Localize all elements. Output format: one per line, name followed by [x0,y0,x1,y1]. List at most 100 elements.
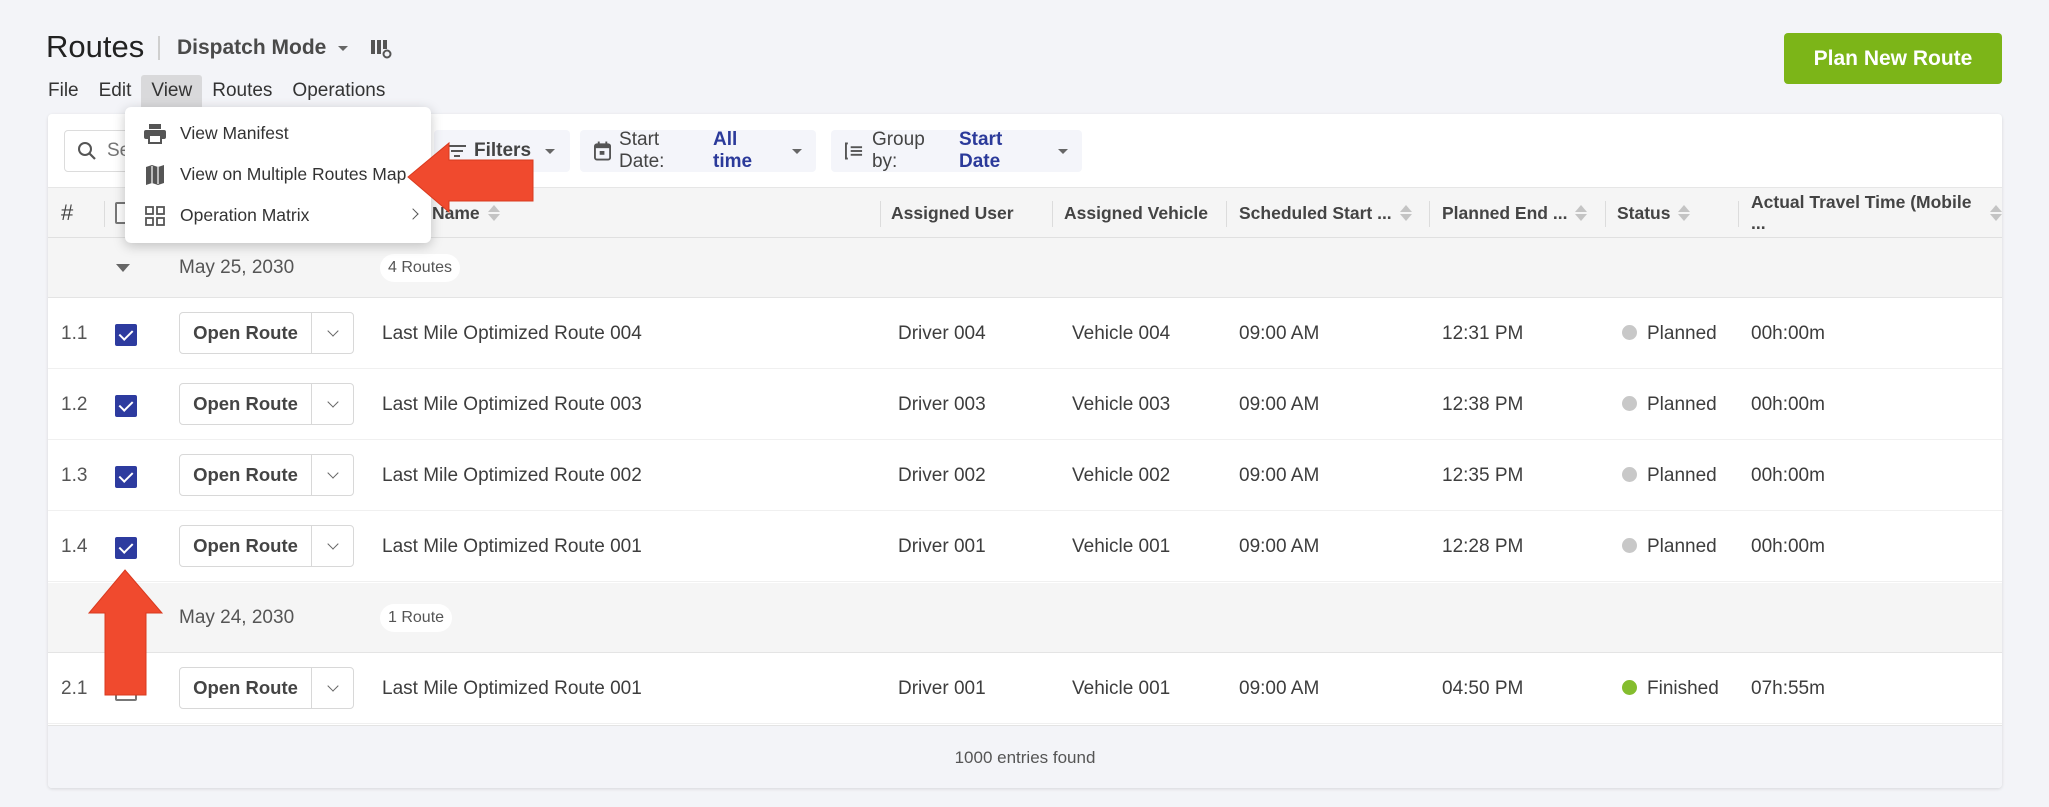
planned-end: 12:28 PM [1442,536,1524,557]
row-checkbox[interactable] [115,466,137,488]
grid-icon [144,205,166,227]
route-name[interactable]: Last Mile Optimized Route 004 [382,298,642,369]
menu-view[interactable]: View [141,75,203,107]
row-number: 1.1 [61,323,88,344]
entries-count: 1000 entries found [48,725,2002,788]
chevron-down-icon [326,396,339,408]
plan-new-route-button[interactable]: Plan New Route [1784,33,2002,84]
menu-item-view-manifest[interactable]: View Manifest [125,113,431,154]
menu-file[interactable]: File [38,75,89,107]
column-divider [1052,201,1053,227]
menu-item-operation-matrix[interactable]: Operation Matrix [125,195,431,236]
scheduled-start: 09:00 AM [1239,394,1320,415]
filters-label: Filters [474,140,532,161]
filters-button[interactable]: Filters [434,130,570,172]
route-actions-dropdown[interactable] [312,668,353,708]
caret-down-icon [338,45,349,51]
open-route-button[interactable]: Open Route [180,384,312,424]
col-name[interactable]: Name [432,188,500,238]
status: Planned [1622,369,1717,440]
sort-icon [1399,205,1412,221]
row-number: 1.2 [61,394,88,415]
sort-icon [1990,205,2002,221]
actual-travel-time: 00h:00m [1751,536,1825,557]
route-actions-dropdown[interactable] [312,384,353,424]
status-dot-icon [1622,679,1637,695]
planned-end: 12:38 PM [1442,394,1524,415]
scheduled-start: 09:00 AM [1239,465,1320,486]
col-assigned-user[interactable]: Assigned User [891,188,1014,238]
actual-travel-time: 00h:00m [1751,465,1825,486]
assigned-vehicle: Vehicle 002 [1072,465,1171,486]
menu-operations[interactable]: Operations [282,75,395,107]
column-settings-icon[interactable] [370,38,392,60]
menu-item-label: Operation Matrix [180,205,310,225]
table-row[interactable]: 1.1 Open Route Last Mile Optimized Route… [48,298,2002,369]
open-route-button[interactable]: Open Route [180,668,312,708]
sort-icon [1575,205,1588,221]
route-actions-dropdown[interactable] [312,455,353,495]
row-checkbox[interactable] [115,537,137,559]
table-row[interactable]: 2.1 Open Route Last Mile Optimized Route… [48,653,2002,724]
search-icon [78,142,96,160]
table-row[interactable]: 1.3 Open Route Last Mile Optimized Route… [48,440,2002,511]
start-date-dropdown[interactable]: Start Date: All time [580,129,816,172]
planned-end: 04:50 PM [1442,678,1524,699]
open-route-button[interactable]: Open Route [180,526,312,566]
group-date: May 25, 2030 [179,257,295,278]
filter-icon [448,145,466,157]
group-list-icon [845,142,863,160]
col-planned-end-label: Planned End ... [1442,202,1568,223]
row-checkbox[interactable] [115,679,137,701]
assigned-user: Driver 001 [898,678,986,699]
menu-item-label: View Manifest [180,123,289,143]
status: Planned [1622,440,1717,511]
status: Planned [1622,511,1717,582]
col-assigned-vehicle[interactable]: Assigned Vehicle [1064,188,1208,238]
sort-icon [487,205,500,221]
status-dot-icon [1622,324,1637,340]
start-date-label: Start Date: [619,129,665,172]
status-dot-icon [1622,395,1637,411]
menu-routes[interactable]: Routes [202,75,282,107]
actual-travel-time: 00h:00m [1751,323,1825,344]
route-name[interactable]: Last Mile Optimized Route 001 [382,511,642,582]
column-divider [1429,201,1430,227]
group-by-dropdown[interactable]: Group by: Start Date [831,129,1082,172]
assigned-vehicle: Vehicle 001 [1072,678,1171,699]
column-divider [880,201,881,227]
col-planned-end[interactable]: Planned End ... [1442,188,1588,238]
group-by-value: Start Date [958,129,1003,172]
group-count-badge: 1 Route [380,604,453,632]
map-icon [144,164,166,186]
menu-item-label: View on Multiple Routes Map [180,164,407,184]
col-status[interactable]: Status [1617,188,1691,238]
open-route-button[interactable]: Open Route [180,313,312,353]
open-route-button[interactable]: Open Route [180,455,312,495]
status-label: Planned [1647,536,1717,557]
menu-item-view-multiple-routes-map[interactable]: View on Multiple Routes Map [125,154,431,195]
col-scheduled-start[interactable]: Scheduled Start ... [1239,188,1412,238]
row-number: 1.3 [61,465,88,486]
menu-edit[interactable]: Edit [89,75,142,107]
collapse-toggle-icon[interactable] [116,264,130,272]
route-name[interactable]: Last Mile Optimized Route 003 [382,369,642,440]
table-row[interactable]: 1.4 Open Route Last Mile Optimized Route… [48,511,2002,582]
route-actions-dropdown[interactable] [312,313,353,353]
route-actions-dropdown[interactable] [312,526,353,566]
col-actual-travel-time[interactable]: Actual Travel Time (Mobile ... [1751,188,2002,238]
title-divider [158,36,160,60]
assigned-vehicle: Vehicle 003 [1072,394,1171,415]
assigned-user: Driver 001 [898,536,986,557]
route-name[interactable]: Last Mile Optimized Route 001 [382,653,642,724]
column-divider [1226,201,1227,227]
caret-down-icon [792,148,802,154]
row-checkbox[interactable] [115,395,137,417]
route-name[interactable]: Last Mile Optimized Route 002 [382,440,642,511]
dispatch-mode-dropdown[interactable]: Dispatch Mode [177,34,349,62]
planned-end: 12:35 PM [1442,465,1524,486]
row-checkbox[interactable] [115,324,137,346]
table-row[interactable]: 1.2 Open Route Last Mile Optimized Route… [48,369,2002,440]
scheduled-start: 09:00 AM [1239,323,1320,344]
planned-end: 12:31 PM [1442,323,1524,344]
